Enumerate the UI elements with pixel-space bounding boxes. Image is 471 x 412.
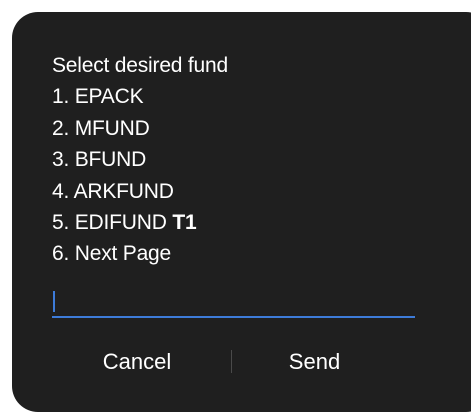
reply-input[interactable] [52, 288, 415, 316]
dialog-actions: Cancel Send [12, 342, 452, 382]
option-5-badge: T1 [172, 211, 197, 235]
option-3: 3. BFUND [52, 148, 147, 172]
option-4: 4. ARKFUND [52, 179, 174, 203]
input-underline [52, 316, 415, 318]
button-divider [231, 350, 232, 373]
cancel-button[interactable]: Cancel [72, 342, 202, 382]
ussd-dialog: Select desired fund 1. EPACK 2. MFUND 3.… [12, 12, 471, 412]
option-5: 5. EDIFUND T1 [52, 207, 228, 238]
option-2: 2. MFUND [52, 116, 150, 140]
text-cursor [53, 291, 55, 312]
option-5-label: 5. EDIFUND [52, 211, 167, 235]
option-1: 1. EPACK [52, 85, 144, 109]
send-button[interactable]: Send [257, 342, 372, 382]
prompt-text: Select desired fund 1. EPACK 2. MFUND 3.… [52, 50, 228, 270]
option-6: 6. Next Page [52, 242, 172, 266]
prompt-title: Select desired fund [52, 54, 228, 77]
reply-input-wrapper[interactable] [52, 288, 415, 318]
